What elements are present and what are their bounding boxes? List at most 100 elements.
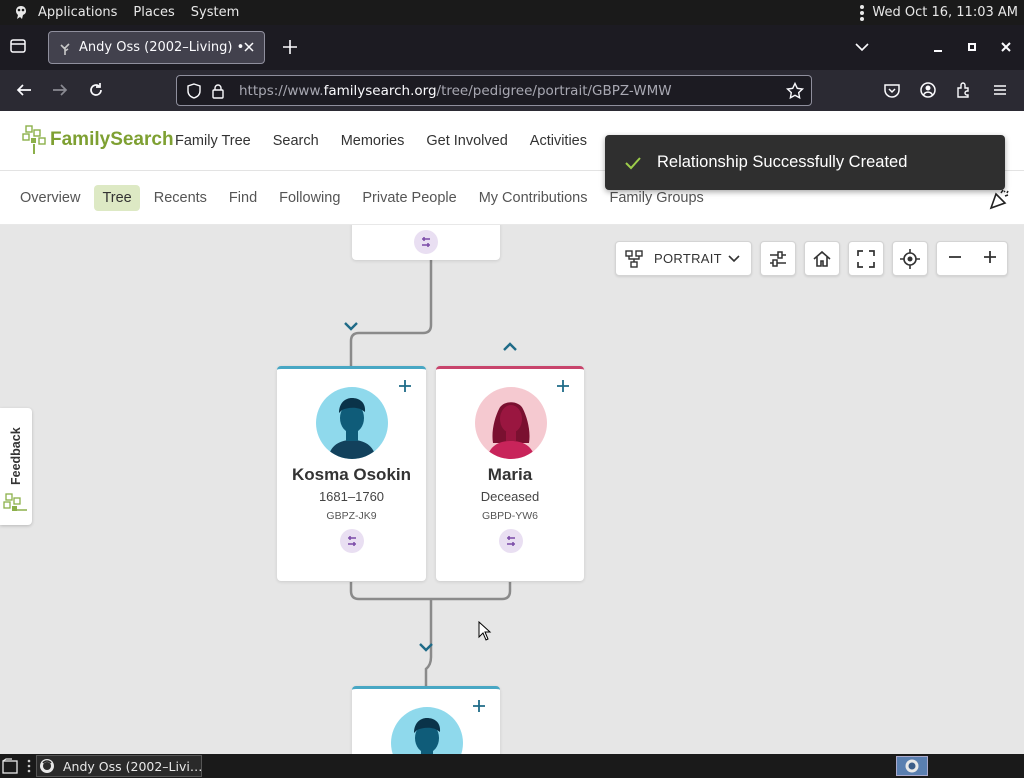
recenter-button[interactable] [892, 241, 928, 276]
feedback-tab[interactable]: Feedback [0, 408, 32, 525]
applications-menu[interactable]: Applications [38, 5, 117, 20]
view-label: PORTRAIT [654, 251, 722, 266]
show-desktop-icon[interactable] [2, 758, 18, 774]
chevron-down-icon [727, 252, 741, 266]
subnav-tree[interactable]: Tree [94, 185, 140, 211]
nav-get-involved[interactable]: Get Involved [426, 133, 507, 149]
person-name[interactable]: Maria [436, 465, 584, 485]
firefox-tray-icon [905, 759, 919, 773]
extensions-icon[interactable] [954, 80, 974, 100]
zoom-in-icon[interactable] [981, 248, 999, 270]
pocket-icon[interactable] [882, 80, 902, 100]
tree-home-button[interactable] [804, 241, 840, 276]
add-relative-icon[interactable] [398, 379, 412, 393]
firefox-icon [39, 758, 55, 774]
record-hint-icon[interactable] [414, 230, 438, 254]
gnome-foot-icon[interactable] [10, 3, 32, 23]
male-avatar-icon [316, 387, 388, 459]
fullscreen-button[interactable] [848, 241, 884, 276]
subnav-my-contributions[interactable]: My Contributions [471, 185, 596, 211]
close-window-icon[interactable] [996, 37, 1016, 57]
home-icon [813, 250, 831, 267]
sliders-icon [770, 250, 786, 267]
party-popper-icon[interactable] [988, 187, 1012, 211]
familysearch-favicon-icon [57, 40, 73, 56]
subnav-private-people[interactable]: Private People [354, 185, 464, 211]
ancestor-card-partial[interactable] [352, 225, 500, 260]
male-avatar-icon [391, 707, 463, 754]
nav-memories[interactable]: Memories [341, 133, 405, 149]
taskbar-handle-icon[interactable] [26, 758, 32, 774]
pedigree-view-icon [624, 249, 644, 269]
female-avatar-icon [475, 387, 547, 459]
success-toast: Relationship Successfully Created [605, 135, 1005, 190]
tree-settings-button[interactable] [760, 241, 796, 276]
new-tab-icon[interactable] [280, 37, 300, 57]
person-id: GBPD-YW6 [481, 510, 538, 522]
nav-search[interactable]: Search [273, 133, 319, 149]
maximize-icon[interactable] [962, 37, 982, 57]
clock[interactable]: Wed Oct 16, 11:03 AM [872, 5, 1018, 20]
url-text: https://www.familysearch.org/tree/pedigr… [239, 82, 672, 99]
account-icon[interactable] [918, 80, 938, 100]
subnav-following[interactable]: Following [271, 185, 348, 211]
lock-icon[interactable] [209, 82, 227, 100]
browser-tab-active[interactable]: Andy Oss (2002–Living) • Sit [48, 31, 265, 64]
tab-title: Andy Oss (2002–Living) • Sit [79, 40, 249, 55]
nav-activities[interactable]: Activities [530, 133, 587, 149]
add-relative-icon[interactable] [472, 699, 486, 713]
system-top-panel: Applications Places System Wed Oct 16, 1… [0, 0, 1024, 25]
zoom-out-icon[interactable] [946, 248, 964, 270]
workspace-switcher[interactable] [896, 756, 928, 776]
bottom-taskbar: Andy Oss (2002–Livi… [0, 754, 1024, 778]
back-arrow-icon[interactable] [14, 80, 34, 100]
taskbar-window-label: Andy Oss (2002–Livi… [63, 758, 203, 774]
taskbar-window-button[interactable]: Andy Oss (2002–Livi… [36, 755, 202, 777]
checkmark-icon [623, 153, 643, 173]
child-card-partial[interactable] [352, 686, 500, 754]
expand-chevron-up-icon[interactable] [501, 338, 519, 351]
tracking-shield-icon[interactable] [185, 82, 203, 100]
person-card-maria[interactable]: Maria Deceased GBPD-YW6 [436, 366, 584, 581]
feedback-label: Feedback [9, 427, 23, 485]
address-bar[interactable]: https://www.familysearch.org/tree/pedigr… [176, 75, 812, 106]
logo-wordmark: FamilySearch [50, 129, 174, 150]
pedigree-canvas[interactable]: Kosma Osokin 1681–1760 GBPZ-JK9 Maria De… [0, 225, 1024, 754]
person-lifespan: 1681–1760 [318, 489, 385, 504]
system-menu[interactable]: System [191, 5, 239, 20]
panel-overflow-icon[interactable] [860, 4, 865, 21]
person-id: GBPZ-JK9 [326, 510, 377, 522]
mouse-cursor-icon [478, 620, 492, 641]
add-relative-icon[interactable] [556, 379, 570, 393]
subnav-overview[interactable]: Overview [12, 185, 88, 211]
fullscreen-icon [857, 249, 875, 268]
browser-tab-bar: Andy Oss (2002–Living) • Sit [0, 25, 1024, 70]
toast-message: Relationship Successfully Created [657, 153, 908, 171]
bookmark-star-icon[interactable] [785, 81, 805, 101]
nav-family-tree[interactable]: Family Tree [175, 133, 251, 149]
hamburger-menu-icon[interactable] [990, 80, 1010, 100]
main-nav: Family Tree Search Memories Get Involved… [175, 111, 587, 171]
familysearch-logo[interactable]: FamilySearch [22, 123, 174, 157]
record-hint-icon[interactable] [340, 529, 364, 553]
collapse-chevron-down-icon[interactable] [342, 317, 360, 331]
person-name[interactable]: Kosma Osokin [277, 465, 426, 485]
places-menu[interactable]: Places [133, 5, 174, 20]
forward-arrow-icon[interactable] [50, 80, 70, 100]
family-tree-logo-icon [22, 125, 46, 154]
person-card-kosma[interactable]: Kosma Osokin 1681–1760 GBPZ-JK9 [277, 366, 426, 581]
record-hint-icon[interactable] [499, 529, 523, 553]
tab-close-icon[interactable] [242, 40, 256, 54]
person-lifespan: Deceased [480, 489, 540, 504]
tree-view-select[interactable]: PORTRAIT [615, 241, 752, 276]
list-all-tabs-icon[interactable] [852, 37, 872, 57]
minimize-icon[interactable] [928, 37, 948, 57]
subnav-recents[interactable]: Recents [146, 185, 215, 211]
reload-icon[interactable] [86, 80, 106, 100]
collapse-chevron-down-icon[interactable] [417, 638, 435, 652]
zoom-control [936, 241, 1008, 276]
subnav-find[interactable]: Find [221, 185, 265, 211]
browser-nav-bar: https://www.familysearch.org/tree/pedigr… [0, 70, 1024, 111]
tab-overview-icon[interactable] [8, 37, 30, 57]
family-tree-feedback-icon [2, 490, 30, 518]
